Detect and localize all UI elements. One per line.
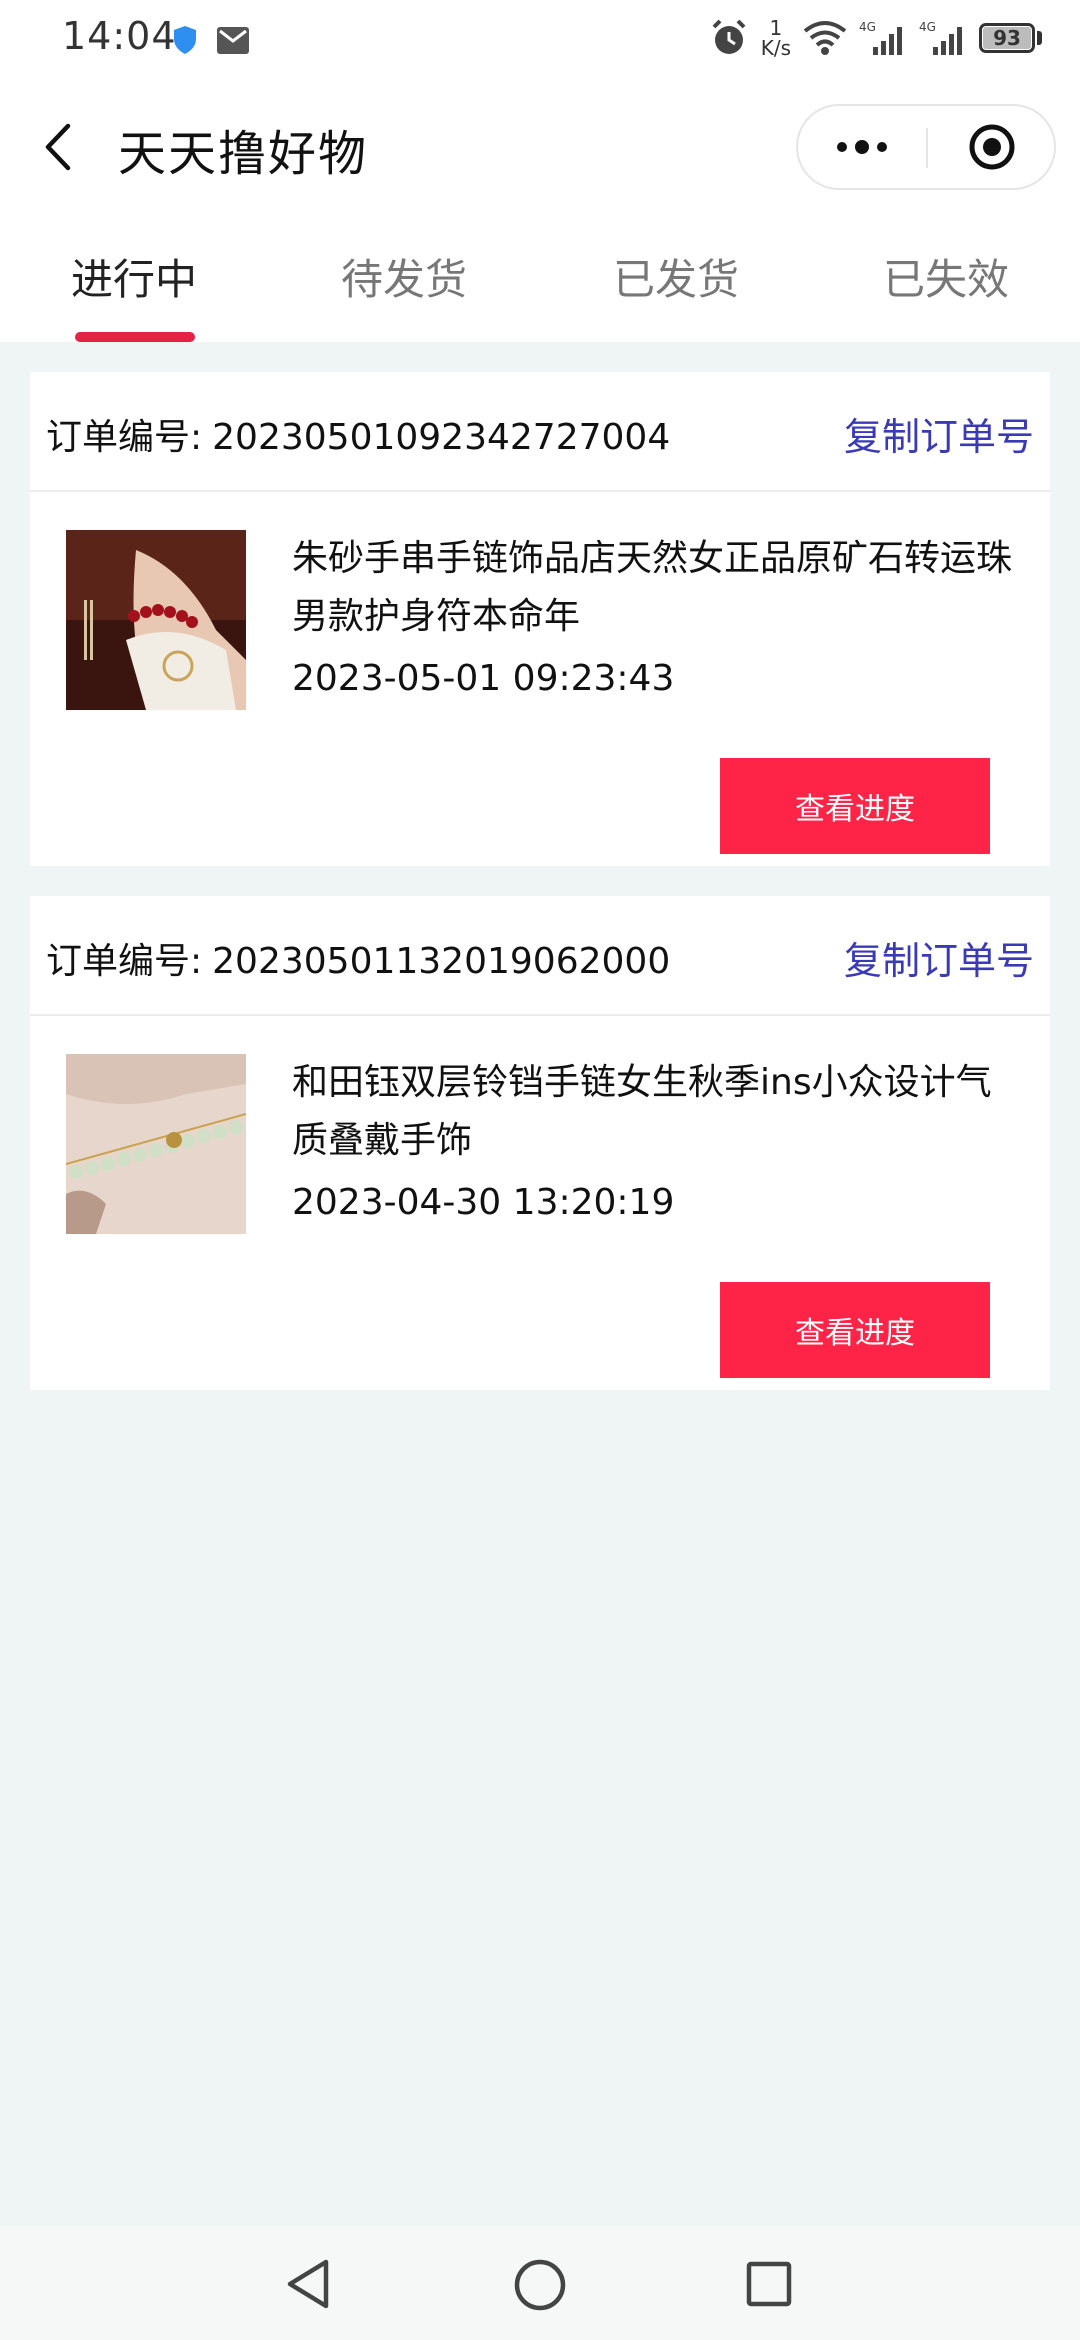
more-button[interactable] (798, 106, 926, 188)
tab-pending-shipment[interactable]: 待发货 (304, 246, 504, 307)
order-time: 2023-05-01 09:23:43 (292, 658, 675, 699)
mail-icon (217, 27, 249, 54)
status-bar: 14:04 1 K/s 4G 4G 93 (0, 0, 1080, 84)
order-number: 20230501092342727004 (212, 417, 671, 458)
tab-active-indicator (75, 332, 195, 342)
battery-level: 93 (983, 26, 1031, 50)
tab-in-progress[interactable]: 进行中 (34, 246, 234, 307)
nav-back-icon[interactable] (284, 2256, 334, 2312)
alarm-icon (712, 19, 746, 54)
product-name[interactable]: 朱砂手串手链饰品店天然女正品原矿石转运珠男款护身符本命年 (292, 530, 1022, 646)
product-image[interactable] (66, 530, 246, 710)
speed-unit: K/s (760, 36, 791, 60)
order-card-header: 订单编号: 20230501092342727004 复制订单号 (30, 372, 1050, 492)
close-mini-program-button[interactable] (928, 106, 1056, 188)
system-navigation-bar (0, 2226, 1080, 2340)
signal-icon-1: 4G (859, 20, 902, 55)
order-status-tabs: 进行中 待发货 已发货 已失效 (0, 206, 1080, 342)
more-dots-icon (837, 140, 887, 154)
order-card-header: 订单编号: 20230501132019062000 复制订单号 (30, 896, 1050, 1016)
net-type-1: 4G (859, 20, 876, 34)
speed-value: 1 (769, 16, 783, 40)
order-number-label: 订单编号: (46, 941, 203, 982)
network-speed: 1 K/s (761, 18, 791, 58)
product-name[interactable]: 和田钰双层铃铛手链女生秋季ins小众设计气质叠戴手饰 (292, 1054, 1022, 1170)
order-time: 2023-04-30 13:20:19 (292, 1182, 675, 1223)
copy-order-number-link[interactable]: 复制订单号 (844, 930, 1034, 985)
product-image[interactable] (66, 1054, 246, 1234)
status-left-icons (172, 24, 250, 56)
back-arrow-icon[interactable] (40, 120, 76, 174)
tab-invalid[interactable]: 已失效 (846, 246, 1046, 307)
copy-order-number-link[interactable]: 复制订单号 (844, 406, 1034, 461)
mini-program-header: 天天撸好物 (0, 84, 1080, 206)
wifi-icon (803, 21, 847, 55)
page-title: 天天撸好物 (118, 126, 369, 182)
signal-icon-2: 4G (919, 20, 962, 55)
order-number: 20230501132019062000 (212, 941, 671, 982)
nav-home-icon[interactable] (513, 2258, 567, 2312)
net-type-2: 4G (919, 20, 936, 34)
order-card: 订单编号: 20230501092342727004 复制订单号 朱砂手串手链饰品… (30, 372, 1050, 866)
status-time: 14:04 (62, 14, 177, 58)
order-number-label: 订单编号: (46, 417, 203, 458)
tab-shipped[interactable]: 已发货 (576, 246, 776, 307)
view-progress-button[interactable]: 查看进度 (720, 1282, 990, 1378)
shield-icon (174, 26, 196, 54)
target-close-icon (969, 124, 1015, 170)
nav-recents-icon[interactable] (745, 2260, 793, 2308)
status-right-icons: 1 K/s 4G 4G 93 (709, 18, 1042, 58)
order-card: 订单编号: 20230501132019062000 复制订单号 和田钰双层铃铛手… (30, 896, 1050, 1390)
battery-icon: 93 (979, 23, 1042, 53)
view-progress-button[interactable]: 查看进度 (720, 758, 990, 854)
capsule-menu (796, 104, 1056, 190)
